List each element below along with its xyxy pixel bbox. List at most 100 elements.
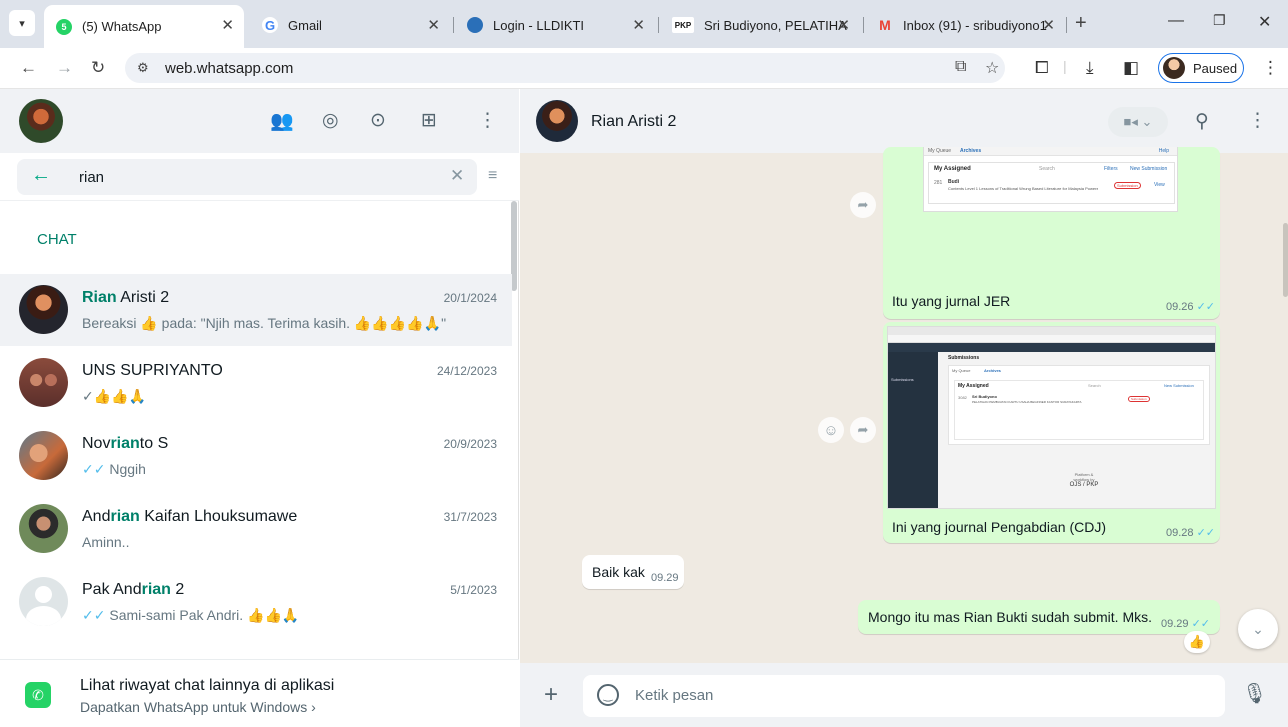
attach-icon[interactable]: +	[544, 681, 558, 709]
tab-lldikti[interactable]: Login - LLDIKTI ✕	[455, 5, 655, 45]
tab-title: Sri Budiyono, PELATIHAN	[704, 17, 848, 33]
contact-name: Andrian Kaifan Lhouksumawe	[82, 508, 298, 525]
address-bar[interactable]: ⚙ web.whatsapp.com ⧉ ☆	[125, 53, 1005, 83]
close-tab-icon[interactable]: ✕	[837, 16, 850, 34]
close-tab-icon[interactable]: ✕	[221, 16, 234, 34]
microphone-icon[interactable]: 🎙	[1242, 681, 1267, 706]
tab-title: Login - LLDIKTI	[493, 17, 585, 33]
chat-item[interactable]: Novrianto S 20/9/2023 ✓✓ Nggih	[0, 420, 512, 492]
tab-inbox[interactable]: M Inbox (91) - sribudiyono1 ✕	[865, 5, 1065, 45]
install-app-icon[interactable]: ⧉	[955, 58, 966, 76]
side-panel-icon[interactable]: ◧	[1123, 58, 1139, 78]
contact-name: UNS SUPRIYANTO	[82, 362, 223, 379]
chat-item[interactable]: UNS SUPRIYANTO 24/12/2023 ✓👍👍🙏	[0, 347, 512, 419]
channels-icon[interactable]: ⊙	[370, 109, 386, 132]
browser-tab-strip: ▾ 5 (5) WhatsApp ✕ G Gmail ✕ Login - LLD…	[0, 0, 1288, 48]
filter-icon[interactable]: ≡	[488, 167, 497, 185]
extensions-icon[interactable]: ⧠	[1035, 58, 1049, 78]
bookmark-star-icon[interactable]: ☆	[985, 58, 999, 78]
whatsapp-logo-icon: ✆	[25, 682, 51, 708]
download-icon[interactable]: ⤓	[1086, 58, 1094, 78]
conversation-header[interactable]: Rian Aristi 2 ■◂ ⌄ ⚲ ⋮	[520, 89, 1288, 153]
conversation-scrollbar[interactable]	[1283, 223, 1288, 297]
close-tab-icon[interactable]: ✕	[427, 16, 440, 34]
tab-separator	[1066, 17, 1067, 33]
forward-icon[interactable]: ➦	[850, 192, 876, 218]
search-messages-icon[interactable]: ⚲	[1195, 110, 1209, 133]
forward-button[interactable]: →	[56, 58, 73, 78]
read-tick-icon: ✓✓	[1191, 618, 1211, 630]
close-window-button[interactable]: ✕	[1258, 12, 1271, 32]
default-avatar-icon	[19, 577, 68, 626]
minimize-window-button[interactable]: —	[1168, 12, 1184, 30]
video-call-button[interactable]: ■◂ ⌄	[1108, 107, 1168, 137]
site-settings-icon[interactable]: ⚙	[137, 60, 153, 76]
message-bubble-image[interactable]: Submissions Submissions My Queue Archive…	[883, 322, 1220, 543]
message-bubble-incoming[interactable]: Baik kak 09.29	[582, 555, 684, 589]
gmail-icon: M	[879, 17, 891, 33]
message-text: Baik kak	[592, 564, 645, 580]
read-tick-icon: ✓✓	[1196, 527, 1216, 539]
chat-item[interactable]: Rian Aristi 2 20/1/2024 Bereaksi 👍 pada:…	[0, 274, 512, 346]
chevron-down-icon: ⌄	[1252, 620, 1264, 637]
contact-name: Rian Aristi 2	[82, 289, 170, 306]
contact-avatar	[19, 431, 68, 480]
forward-icon[interactable]: ➦	[850, 417, 876, 443]
scroll-to-bottom-button[interactable]: ⌄	[1238, 609, 1278, 649]
google-icon: G	[262, 17, 278, 33]
tab-gmail[interactable]: G Gmail ✕	[250, 5, 450, 45]
tab-title: (5) WhatsApp	[82, 19, 162, 34]
restore-window-button[interactable]: ❐	[1213, 12, 1226, 29]
reload-button[interactable]: ↻	[91, 58, 105, 78]
back-arrow-icon[interactable]: ←	[31, 164, 51, 187]
contact-name: Novrianto S	[82, 435, 169, 452]
message-time: 09.29	[651, 572, 679, 584]
chat-date: 20/1/2024	[443, 291, 497, 305]
communities-icon[interactable]: 👥	[270, 109, 294, 133]
new-chat-icon[interactable]: ⊞	[421, 109, 437, 132]
new-tab-button[interactable]: +	[1075, 12, 1087, 35]
url-text: web.whatsapp.com	[165, 59, 294, 77]
contact-name: Pak Andrian 2	[82, 581, 185, 598]
contact-name: Rian Aristi 2	[591, 113, 677, 130]
banner-subtitle[interactable]: Dapatkan WhatsApp untuk Windows ›	[80, 699, 316, 715]
conversation-panel: Rian Aristi 2 ■◂ ⌄ ⚲ ⋮ My Queue Archives…	[520, 89, 1288, 727]
profile-avatar	[1163, 57, 1185, 79]
message-reaction[interactable]: 👍	[1184, 631, 1210, 653]
whatsapp-icon: 5	[56, 18, 72, 35]
chat-preview: ✓👍👍🙏	[82, 388, 147, 404]
emoji-icon[interactable]: ‿	[597, 684, 619, 706]
close-tab-icon[interactable]: ✕	[632, 16, 645, 34]
browser-menu-icon[interactable]: ⋮	[1262, 58, 1279, 78]
chat-item[interactable]: Andrian Kaifan Lhouksumawe 31/7/2023 Ami…	[0, 493, 512, 565]
message-image[interactable]: My Queue Archives Help My Assigned Searc…	[923, 147, 1178, 212]
message-time: 09.29 ✓✓	[1161, 618, 1211, 630]
chat-item[interactable]: Pak Andrian 2 5/1/2023 ✓✓ Sami-sami Pak …	[0, 566, 512, 638]
message-time: 09.28 ✓✓	[1166, 527, 1216, 539]
tab-search-button[interactable]: ▾	[9, 10, 35, 36]
tab-pkp[interactable]: PKP Sri Budiyono, PELATIHAN ✕	[660, 5, 860, 45]
pkp-icon: PKP	[672, 17, 694, 33]
chevron-down-icon: ▾	[19, 17, 25, 30]
get-app-banner[interactable]: ✆ Lihat riwayat chat lainnya di aplikasi…	[0, 659, 519, 727]
message-image[interactable]: Submissions Submissions My Queue Archive…	[887, 326, 1216, 509]
back-button[interactable]: ←	[20, 58, 37, 78]
tab-whatsapp[interactable]: 5 (5) WhatsApp ✕	[44, 5, 244, 48]
menu-icon[interactable]: ⋮	[478, 109, 497, 132]
clear-search-icon[interactable]: ✕	[450, 166, 464, 186]
contact-avatar[interactable]	[536, 100, 578, 142]
search-input[interactable]	[79, 164, 419, 190]
react-emoji-icon[interactable]: ☺	[818, 417, 844, 443]
message-placeholder: Ketik pesan	[635, 687, 714, 704]
conversation-menu-icon[interactable]: ⋮	[1248, 109, 1267, 132]
read-tick-icon: ✓✓	[1196, 301, 1216, 313]
my-avatar[interactable]	[19, 99, 63, 143]
sent-tick-icon: ✓	[82, 388, 94, 404]
message-bubble-image[interactable]: My Queue Archives Help My Assigned Searc…	[883, 147, 1220, 319]
profile-button[interactable]: Paused	[1158, 53, 1244, 83]
message-input[interactable]: ‿ Ketik pesan	[583, 675, 1225, 717]
read-tick-icon: ✓✓	[82, 607, 106, 623]
status-icon[interactable]: ◎	[322, 109, 339, 132]
message-bubble-outgoing[interactable]: Mongo itu mas Rian Bukti sudah submit. M…	[858, 600, 1220, 634]
close-tab-icon[interactable]: ✕	[1042, 16, 1055, 34]
